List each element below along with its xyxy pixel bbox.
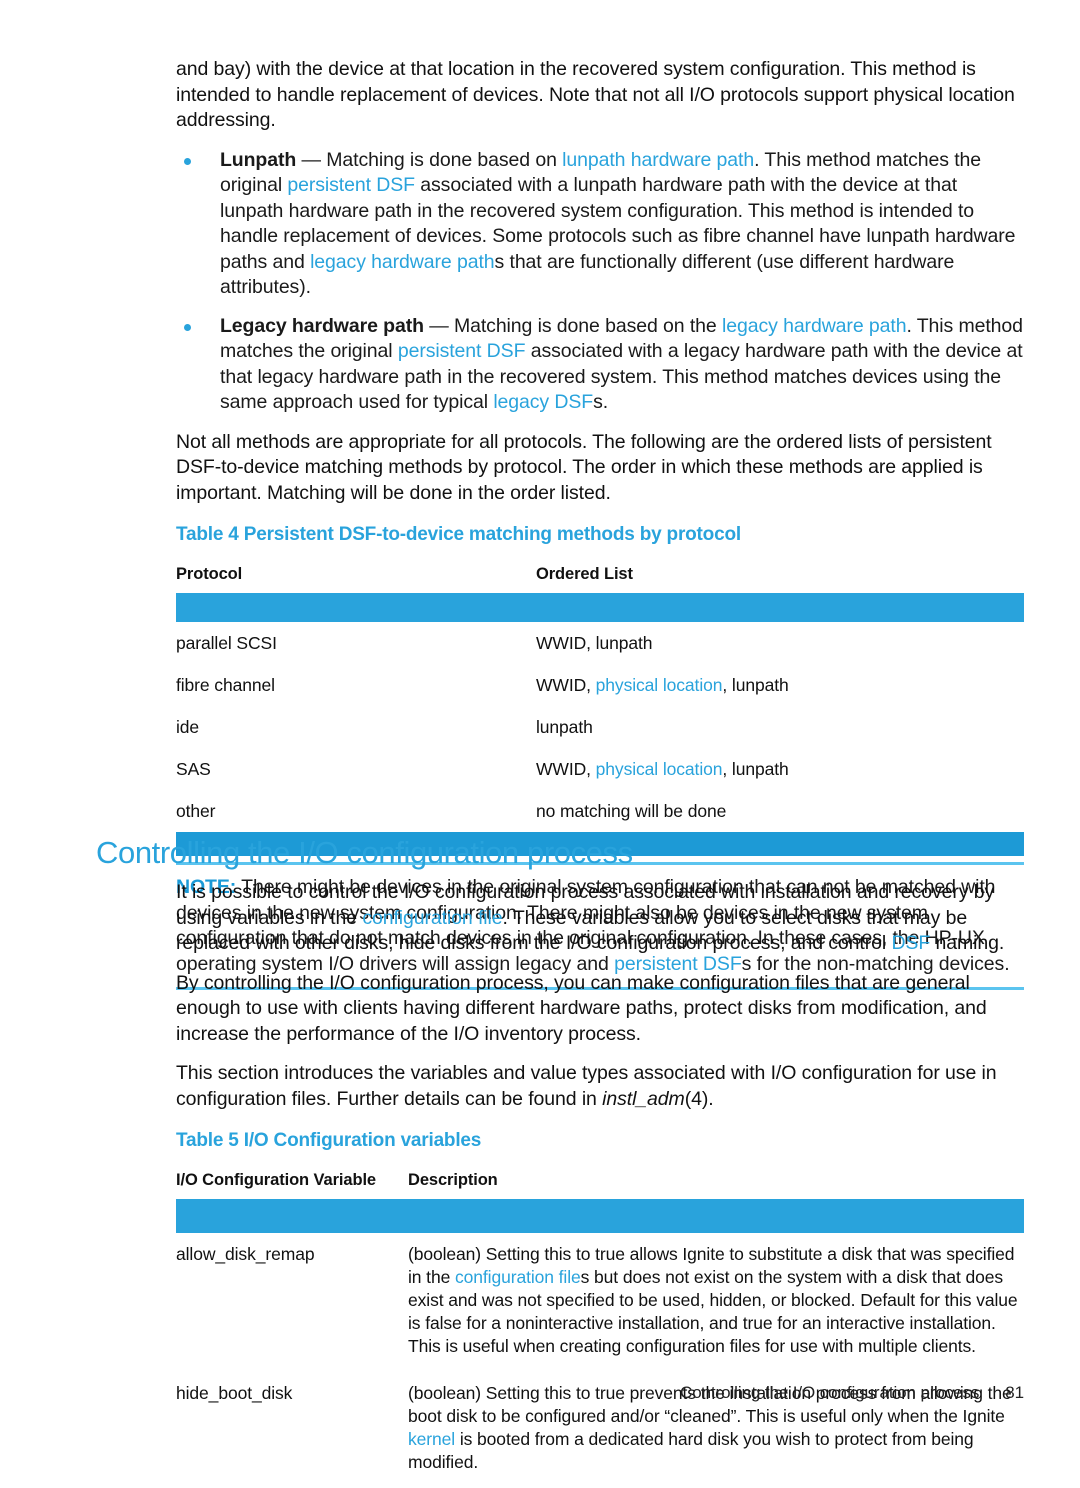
footer-page-number: 81: [1005, 1383, 1024, 1402]
table5-header-description: Description: [408, 1162, 1024, 1204]
page-footer: Controlling the I/O configuration proces…: [0, 1383, 1024, 1403]
bullet-dash-glyph: —: [301, 148, 322, 171]
table4-cell-protocol: parallel SCSI: [176, 632, 277, 653]
table4-caption: Table 4 Persistent DSF-to-device matchin…: [176, 524, 741, 545]
bullet-term: Legacy hardware path: [220, 314, 424, 337]
bullet-dash-glyph: —: [429, 314, 449, 337]
table-row: allow_disk_remap (boolean) Setting this …: [176, 1233, 1024, 1372]
table4-cell-ordered-list: WWID, lunpath: [536, 632, 653, 653]
table5-body: allow_disk_remap (boolean) Setting this …: [176, 1233, 1024, 1488]
table-row: SAS WWID, physical location, lunpath: [176, 748, 1024, 790]
table4-cell-ordered-list: WWID, physical location, lunpath: [536, 674, 789, 695]
list-item: Legacy hardware path — Matching is done …: [176, 314, 1024, 416]
methods-summary-paragraph: Not all methods are appropriate for all …: [176, 430, 992, 504]
table4-header-protocol: Protocol: [176, 556, 536, 598]
footer-title: Controlling the I/O configuration proces…: [680, 1383, 980, 1402]
table5: I/O Configuration Variable Description a…: [176, 1162, 1024, 1488]
table4-header-row: Protocol Ordered List: [176, 556, 1024, 598]
table-row: parallel SCSI WWID, lunpath: [176, 622, 1024, 664]
table4-cell-protocol: SAS: [176, 758, 211, 779]
intro-paragraph: and bay) with the device at that locatio…: [176, 58, 1015, 131]
table4-cell-ordered-list: no matching will be done: [536, 800, 727, 821]
table4-cell-protocol: other: [176, 800, 216, 821]
list-item: Lunpath — Matching is done based on lunp…: [176, 148, 1024, 301]
table4-top-rule: [176, 595, 1024, 622]
table5-header-row: I/O Configuration Variable Description: [176, 1162, 1024, 1204]
section-paragraph-2: By controlling the I/O configuration pro…: [176, 971, 987, 1045]
table4-cell-ordered-list: lunpath: [536, 716, 593, 737]
bullet-body: Matching is done based on lunpath hardwa…: [220, 148, 1016, 299]
section-paragraph-3: This section introduces the variables an…: [176, 1062, 997, 1110]
bullet-term: Lunpath: [220, 148, 297, 171]
document-page: and bay) with the device at that locatio…: [0, 0, 1080, 1472]
section-paragraph-1: It is possible to control the I/O config…: [176, 881, 1005, 954]
table-row: ide lunpath: [176, 706, 1024, 748]
table5-top-rule: [176, 1201, 1024, 1233]
table5-cell-description: (boolean) Setting this to true allows Ig…: [408, 1244, 1018, 1356]
page-title: Controlling the I/O configuration proces…: [96, 835, 633, 870]
bullet-dot-icon: [184, 157, 191, 165]
table-row: fibre channel WWID, physical location, l…: [176, 664, 1024, 706]
table5-caption: Table 5 I/O Configuration variables: [176, 1130, 482, 1151]
table4-header-ordered-list: Ordered List: [536, 556, 1024, 598]
table4-cell-ordered-list: WWID, physical location, lunpath: [536, 758, 789, 779]
table4: Protocol Ordered List parallel SCSI WWID…: [176, 556, 1024, 856]
table-row: other no matching will be done: [176, 790, 1024, 832]
table5-cell-variable: allow_disk_remap: [176, 1244, 315, 1264]
bullet-dot-icon: [184, 323, 191, 331]
matching-method-bullet-list: Lunpath — Matching is done based on lunp…: [176, 148, 1024, 416]
table4-body: parallel SCSI WWID, lunpath fibre channe…: [176, 622, 1024, 856]
table4-cell-protocol: fibre channel: [176, 674, 275, 695]
table4-cell-protocol: ide: [176, 716, 200, 737]
table5-header-variable: I/O Configuration Variable: [176, 1162, 408, 1204]
